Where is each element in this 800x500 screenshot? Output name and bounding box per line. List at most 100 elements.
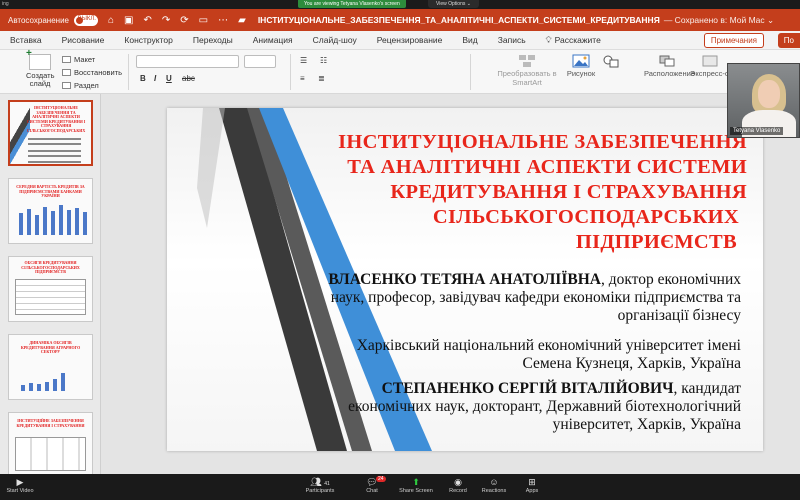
share-button[interactable]: По bbox=[777, 33, 800, 48]
reset-label: Восстановить bbox=[74, 68, 123, 77]
saved-status[interactable]: — Сохранено в: Мой Mac ⌄ bbox=[664, 15, 774, 26]
tab-transitions[interactable]: Переходы bbox=[193, 35, 233, 45]
bullets-icon[interactable]: ☰ bbox=[300, 56, 307, 65]
slide-thumbnail-panel[interactable]: ІНСТИТУЦІОНАЛЬНЕ ЗАБЕЗПЕЧЕННЯ ТА АНАЛІТИ… bbox=[0, 94, 101, 488]
arrange-button[interactable]: Расположение bbox=[644, 54, 695, 79]
author1-name: ВЛАСЕНКО ТЕТЯНА АНАТОЛІЇВНА bbox=[328, 271, 601, 288]
tab-review[interactable]: Рецензирование bbox=[377, 35, 443, 45]
redo-icon[interactable]: ↷ bbox=[162, 15, 170, 26]
thumb-text-line bbox=[28, 155, 81, 157]
layout-button[interactable]: Макет bbox=[62, 55, 95, 64]
current-slide[interactable]: ІНСТИТУЦІОНАЛЬНЕ ЗАБЕЗПЕЧЕННЯ ТА АНАЛІТИ… bbox=[167, 108, 763, 451]
convert-smartart-button[interactable]: Преобразовать в SmartArt bbox=[496, 54, 558, 87]
affiliation1-block[interactable]: Харківський національний економічний уні… bbox=[257, 337, 741, 373]
slide-thumbnail[interactable]: СЕРЕДНЯ ВАРТІСТЬ КРЕДИТІВ ЗА ПІДПРИЄМСТВ… bbox=[8, 178, 93, 244]
numbering-icon[interactable]: ☷ bbox=[320, 56, 327, 65]
notes-button[interactable]: Примечания bbox=[703, 33, 764, 48]
slide-thumbnail[interactable]: ІНСТИТУЦІЙНЕ ЗАБЕЗПЕЧЕННЯ КРЕДИТУВАННЯ І… bbox=[8, 412, 93, 478]
ribbon-divider bbox=[290, 54, 291, 90]
autosave-toggle[interactable]: ВЫКЛ. bbox=[73, 14, 98, 26]
start-video-button[interactable]: ▶︎ Start Video bbox=[0, 476, 40, 495]
record-button[interactable]: ◉ Record bbox=[438, 476, 478, 495]
slideshow-icon[interactable]: ▭ bbox=[199, 15, 208, 26]
share-screen-button[interactable]: ⬆︎ Share Screen bbox=[396, 476, 436, 495]
picture-button[interactable]: Рисунок bbox=[564, 54, 598, 79]
author2-text: університет, Харків, Україна bbox=[552, 416, 741, 433]
thumb-chart bbox=[21, 373, 65, 391]
author2-block[interactable]: СТЕПАНЕНКО СЕРГІЙ ВІТАЛІЙОВИЧ, кандидат … bbox=[257, 380, 741, 434]
new-slide-icon bbox=[26, 50, 51, 70]
section-button[interactable]: Раздел bbox=[62, 81, 99, 90]
author2-name: СТЕПАНЕНКО СЕРГІЙ ВІТАЛІЙОВИЧ bbox=[381, 380, 674, 397]
zoom-top-bar: ing You are viewing Tetyana Vlasenko's s… bbox=[0, 0, 800, 9]
tab-slideshow[interactable]: Слайд-шоу bbox=[313, 35, 357, 45]
reset-button[interactable]: Восстановить bbox=[62, 68, 122, 77]
tab-animations[interactable]: Анимация bbox=[253, 35, 293, 45]
tab-draw[interactable]: Рисование bbox=[62, 35, 105, 45]
lightbulb-icon: 💡︎ bbox=[545, 34, 552, 45]
align-left-icon[interactable]: ≡ bbox=[300, 74, 305, 83]
refresh-icon[interactable]: ⟳ bbox=[180, 15, 188, 26]
styles-icon bbox=[702, 55, 718, 67]
strikethrough-button[interactable]: abc bbox=[182, 74, 195, 83]
author1-block[interactable]: ВЛАСЕНКО ТЕТЯНА АНАТОЛІЇВНА, доктор екон… bbox=[257, 271, 741, 325]
document-title: ІНСТИТУЦІОНАЛЬНЕ_ЗАБЕЗПЕЧЕННЯ_ТА_АНАЛІТИ… bbox=[257, 15, 660, 25]
slide-thumbnail[interactable]: ОБСЯГИ КРЕДИТУВАННЯ СІЛЬСЬКОГОСПОДАРСЬКИ… bbox=[8, 256, 93, 322]
share-screen-label: Share Screen bbox=[399, 488, 433, 494]
title-bar: Автосохранение ВЫКЛ. ⌂ ▣ ↶ ↷ ⟳ ▭ ⋯ ▰ ІНС… bbox=[0, 9, 800, 31]
participants-button[interactable]: 👥︎ 41 Participants bbox=[300, 476, 340, 495]
bold-button[interactable]: B bbox=[140, 74, 146, 83]
slide-thumbnail[interactable]: ІНСТИТУЦІОНАЛЬНЕ ЗАБЕЗПЕЧЕННЯ ТА АНАЛІТИ… bbox=[8, 100, 93, 166]
apps-icon: ⊞ bbox=[528, 477, 536, 487]
author1-text: наук, професор, завідувач кафедри економ… bbox=[330, 289, 741, 306]
picture-icon bbox=[572, 54, 590, 68]
thumb-title: ІНСТИТУЦІЙНЕ ЗАБЕЗПЕЧЕННЯ КРЕДИТУВАННЯ І… bbox=[16, 418, 85, 428]
tab-record[interactable]: Запись bbox=[498, 35, 526, 45]
title-line: ПІДПРИЄМСТВ bbox=[575, 231, 737, 253]
thumb-title: СЕРЕДНЯ ВАРТІСТЬ КРЕДИТІВ ЗА ПІДПРИЄМСТВ… bbox=[16, 184, 85, 198]
shapes-button[interactable] bbox=[602, 54, 619, 70]
chat-button[interactable]: 💬︎ 24 Chat bbox=[352, 476, 392, 495]
home-icon[interactable]: ⌂ bbox=[108, 15, 114, 26]
ribbon-tabs: Вставка Рисование Конструктор Переходы А… bbox=[0, 31, 800, 50]
new-slide-label: Создать слайд bbox=[26, 71, 55, 88]
tab-design[interactable]: Конструктор bbox=[124, 35, 172, 45]
section-label: Раздел bbox=[74, 81, 99, 90]
align-center-icon[interactable]: ≣ bbox=[318, 74, 325, 83]
thumb-title: ОБСЯГИ КРЕДИТУВАННЯ СІЛЬСЬКОГОСПОДАРСЬКИ… bbox=[21, 260, 80, 274]
italic-button[interactable]: I bbox=[154, 74, 156, 83]
slide-title[interactable]: ІНСТИТУЦІОНАЛЬНЕ ЗАБЕЗПЕЧЕННЯ ТА АНАЛІТИ… bbox=[267, 130, 747, 255]
more-icon[interactable]: ⋯ bbox=[218, 15, 228, 26]
chat-badge: 24 bbox=[376, 476, 386, 482]
save-icon[interactable]: ▣ bbox=[124, 15, 133, 26]
view-options-button[interactable]: View Options ⌄ bbox=[428, 0, 479, 8]
chat-icon: 💬︎ bbox=[366, 477, 378, 487]
tab-view[interactable]: Вид bbox=[462, 35, 477, 45]
convert-smartart-label: Преобразовать в SmartArt bbox=[497, 69, 557, 87]
undo-icon[interactable]: ↶ bbox=[143, 15, 151, 26]
thumb-text-line bbox=[28, 150, 81, 152]
zoom-toolbar: ▶︎ Start Video 👥︎ 41 Participants 💬︎ 24 … bbox=[0, 474, 800, 500]
thumb-chart bbox=[19, 205, 87, 235]
participant-video[interactable]: Tetyana Vlasenko bbox=[727, 63, 800, 138]
font-size-input[interactable] bbox=[244, 55, 276, 68]
reactions-button[interactable]: ☺ Reactions bbox=[474, 476, 514, 495]
author1-text: організації бізнесу bbox=[617, 307, 741, 324]
tell-me-search[interactable]: 💡︎ Расскажите bbox=[546, 35, 601, 46]
arrange-label: Расположение bbox=[644, 69, 695, 78]
slide-canvas[interactable]: ІНСТИТУЦІОНАЛЬНЕ ЗАБЕЗПЕЧЕННЯ ТА АНАЛІТИ… bbox=[101, 94, 800, 488]
reactions-label: Reactions bbox=[481, 488, 507, 494]
new-slide-button[interactable]: Создать слайд bbox=[26, 50, 55, 88]
font-name-input[interactable] bbox=[136, 55, 239, 68]
title-line: ІНСТИТУЦІОНАЛЬНЕ ЗАБЕЗПЕЧЕННЯ bbox=[338, 131, 747, 153]
underline-button[interactable]: U bbox=[166, 74, 172, 83]
express-styles-button[interactable]: Экспресс-сти bbox=[690, 54, 730, 79]
ribbon-body: Создать слайд Макет Восстановить Раздел … bbox=[0, 50, 800, 94]
tell-me-label: Расскажите bbox=[554, 35, 601, 45]
reset-icon bbox=[62, 69, 71, 76]
tab-insert[interactable]: Вставка bbox=[10, 35, 42, 45]
author1-text: , доктор економічних bbox=[600, 271, 741, 288]
apps-button[interactable]: ⊞ Apps bbox=[512, 476, 552, 495]
slide-thumbnail[interactable]: ДИНАМІКА ОБСЯГІВ КРЕДИТУВАННЯ АГРАРНОГО … bbox=[8, 334, 93, 400]
participants-count: 41 bbox=[324, 481, 330, 487]
